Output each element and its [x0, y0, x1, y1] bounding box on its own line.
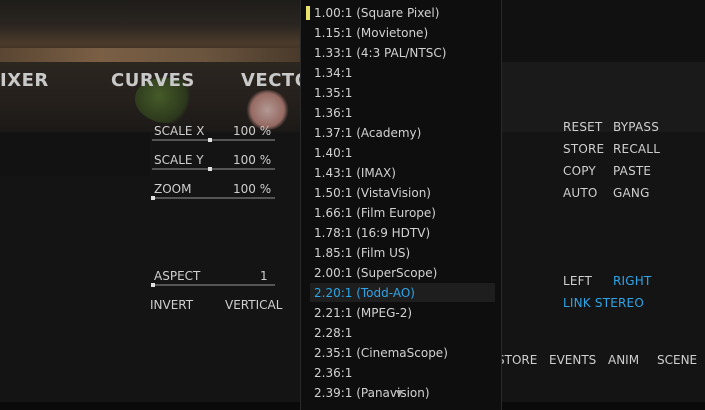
copy-button[interactable]: COPY: [563, 164, 596, 178]
scale-x-slider[interactable]: [152, 139, 275, 141]
aspect-item[interactable]: 1.34:1: [314, 66, 352, 80]
aspect-item[interactable]: 2.39:1 (Panavision): [314, 386, 430, 400]
aspect-item[interactable]: 1.00:1 (Square Pixel): [314, 6, 439, 20]
gang-button[interactable]: GANG: [613, 186, 650, 200]
aspect-item[interactable]: 1.15:1 (Movietone): [314, 26, 428, 40]
aspect-item[interactable]: 2.36:1: [314, 366, 352, 380]
aspect-label: ASPECT: [154, 269, 201, 283]
anim-tab[interactable]: ANIM: [608, 353, 639, 367]
aspect-item[interactable]: 1.37:1 (Academy): [314, 126, 421, 140]
recall-button[interactable]: RECALL: [613, 142, 660, 156]
aspect-item[interactable]: 2.21:1 (MPEG-2): [314, 306, 412, 320]
left-channel-button[interactable]: LEFT: [563, 274, 592, 288]
vertical-toggle[interactable]: VERTICAL: [225, 298, 282, 312]
scale-x-label: SCALE X: [154, 124, 205, 138]
scale-x-value[interactable]: 100 %: [233, 124, 271, 138]
left-panel-shade: [0, 132, 150, 176]
aspect-item[interactable]: 1.40:1: [314, 146, 352, 160]
reset-button[interactable]: RESET: [563, 120, 602, 134]
store-button[interactable]: STORE: [563, 142, 604, 156]
scale-y-value[interactable]: 100 %: [233, 153, 271, 167]
scale-y-slider[interactable]: [152, 168, 275, 170]
aspect-item[interactable]: 1.78:1 (16:9 HDTV): [314, 226, 430, 240]
scroll-indicator: [306, 6, 310, 20]
zoom-label: ZOOM: [154, 182, 192, 196]
scale-y-knob[interactable]: [208, 167, 212, 171]
aspect-item[interactable]: 2.00:1 (SuperScope): [314, 266, 437, 280]
tab-mixer[interactable]: IXER: [0, 70, 49, 91]
store-tab[interactable]: STORE: [497, 353, 537, 367]
aspect-item[interactable]: 1.36:1: [314, 106, 352, 120]
zoom-slider[interactable]: [152, 197, 275, 199]
paste-button[interactable]: PASTE: [613, 164, 651, 178]
tab-curves[interactable]: CURVES: [111, 70, 195, 91]
aspect-slider[interactable]: [152, 284, 275, 286]
scale-y-label: SCALE Y: [154, 153, 204, 167]
scroll-down-icon[interactable]: ▼: [396, 389, 403, 399]
aspect-item[interactable]: 1.35:1: [314, 86, 352, 100]
aspect-item[interactable]: 1.50:1 (VistaVision): [314, 186, 431, 200]
link-stereo-button[interactable]: LINK STEREO: [563, 296, 644, 310]
top-right-bar: [500, 0, 705, 62]
aspect-item[interactable]: 2.28:1: [314, 326, 352, 340]
aspect-item[interactable]: 1.85:1 (Film US): [314, 246, 410, 260]
aspect-item[interactable]: 1.33:1 (4:3 PAL/NTSC): [314, 46, 446, 60]
zoom-value[interactable]: 100 %: [233, 182, 271, 196]
aspect-knob[interactable]: [151, 283, 155, 287]
right-channel-button[interactable]: RIGHT: [613, 274, 652, 288]
aspect-item-selected[interactable]: 2.20:1 (Todd-AO): [314, 286, 415, 300]
invert-toggle[interactable]: INVERT: [150, 298, 193, 312]
aspect-item[interactable]: 2.35:1 (CinemaScope): [314, 346, 448, 360]
bypass-button[interactable]: BYPASS: [613, 120, 659, 134]
aspect-item[interactable]: 1.66:1 (Film Europe): [314, 206, 436, 220]
scene-tab[interactable]: SCENE: [657, 353, 697, 367]
top-right-panel: [500, 62, 705, 132]
scale-x-knob[interactable]: [208, 138, 212, 142]
auto-button[interactable]: AUTO: [563, 186, 598, 200]
aspect-value[interactable]: 1: [260, 269, 268, 283]
aspect-item[interactable]: 1.43:1 (IMAX): [314, 166, 396, 180]
events-tab[interactable]: EVENTS: [549, 353, 596, 367]
zoom-knob[interactable]: [151, 196, 155, 200]
